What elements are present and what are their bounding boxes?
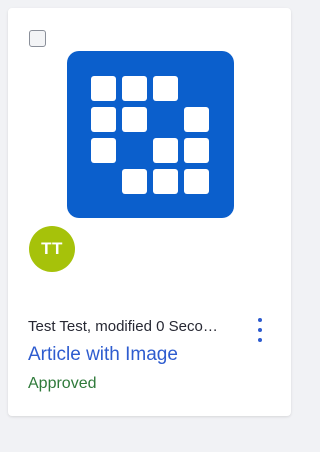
modified-info: Test Test, modified 0 Seconds ago [28,318,224,335]
avatar-initials: TT [41,239,63,258]
article-card[interactable]: TT Test Test, modified 0 Seconds ago Art… [8,8,291,416]
article-title-link[interactable]: Article with Image [28,344,248,366]
user-avatar: TT [29,226,75,272]
more-actions-icon[interactable] [252,318,268,342]
status-label: Approved [28,375,97,392]
select-checkbox[interactable] [29,30,46,47]
thumbnail-image[interactable] [67,51,234,218]
